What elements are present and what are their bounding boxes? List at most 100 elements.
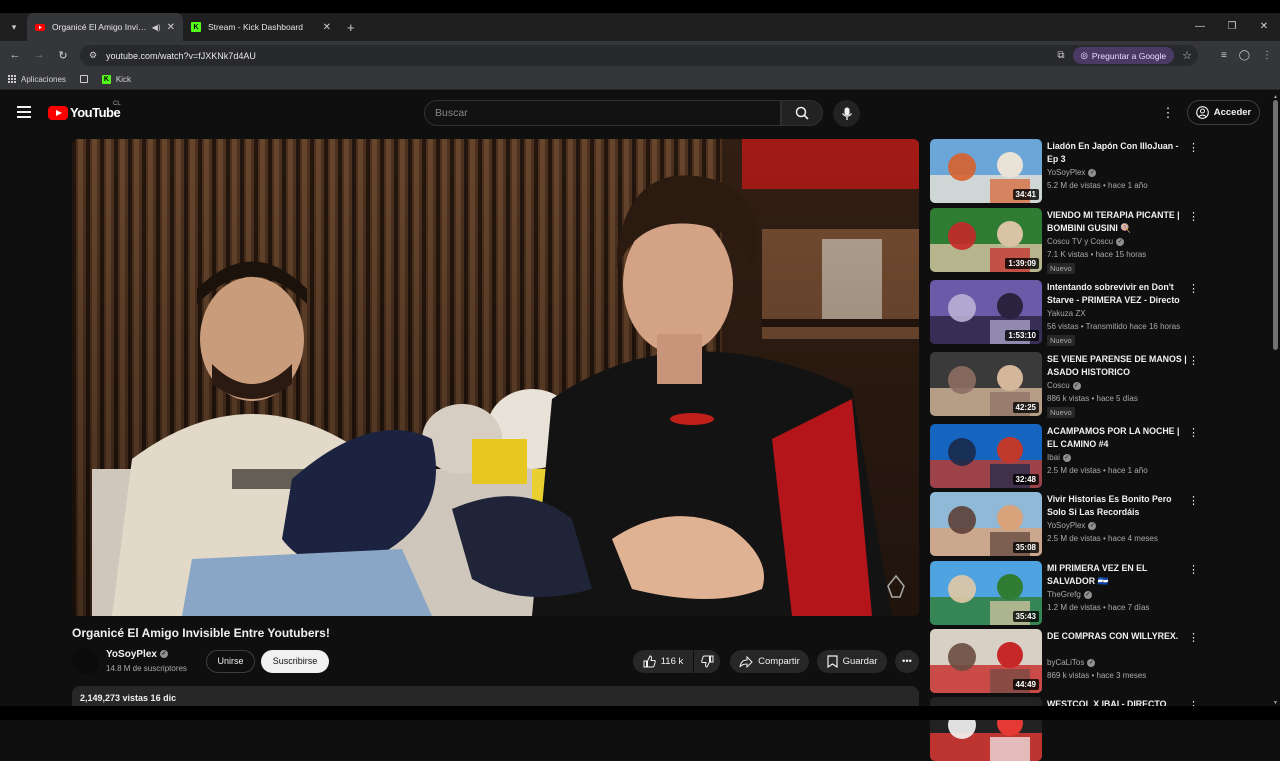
hamburger-menu-icon[interactable] <box>17 106 31 121</box>
video-player[interactable] <box>72 139 919 616</box>
search-input[interactable]: Buscar <box>424 100 781 126</box>
video-duration: 42:25 <box>1012 402 1039 413</box>
site-info-icon[interactable]: ⚙ <box>80 50 106 61</box>
scrollbar-thumb[interactable] <box>1273 100 1278 350</box>
omnibox[interactable]: ⚙ youtube.com/watch?v=fJXKNk7d4AU ⧉ ◎ Pre… <box>80 45 1198 66</box>
recommended-channel[interactable]: Ibai ✓ <box>1047 453 1071 462</box>
recommended-title[interactable]: SE VIENE PARENSE DE MANOS | ASADO HISTOR… <box>1047 353 1187 379</box>
video-title: Organicé El Amigo Invisible Entre Youtub… <box>72 626 330 640</box>
browser-tab-kick[interactable]: K Stream - Kick Dashboard ✕ <box>183 13 339 41</box>
recommended-video[interactable]: 1:53:10 Intentando sobrevivir en Don't St… <box>930 280 1200 346</box>
video-menu-kebab-icon[interactable]: ⋮ <box>1188 282 1199 295</box>
video-thumbnail[interactable]: 35:08 <box>930 492 1042 556</box>
video-menu-kebab-icon[interactable]: ⋮ <box>1188 354 1199 367</box>
ask-google-button[interactable]: ◎ Preguntar a Google <box>1072 47 1175 64</box>
url-text[interactable]: youtube.com/watch?v=fJXKNk7d4AU <box>106 51 256 61</box>
recommended-channel[interactable]: Coscu ✓ <box>1047 381 1081 390</box>
video-menu-kebab-icon[interactable]: ⋮ <box>1188 210 1199 223</box>
close-window-icon[interactable]: ✕ <box>1248 13 1280 41</box>
bookmark-apps[interactable]: Aplicaciones <box>8 75 66 84</box>
page-scrollbar[interactable]: ▲ ▼ <box>1271 94 1280 706</box>
verified-icon: ✓ <box>1116 237 1125 246</box>
recommended-channel[interactable]: Coscu TV y Coscu ✓ <box>1047 237 1125 246</box>
recommended-channel[interactable]: TheGrefg ✓ <box>1047 590 1092 599</box>
recommended-title[interactable]: MI PRIMERA VEZ EN EL SALVADOR 🇸🇻 <box>1047 562 1187 588</box>
recommended-channel[interactable]: byCaLiTos ✓ <box>1047 658 1096 667</box>
channel-name[interactable]: YoSoyPlex ✓ <box>106 649 168 660</box>
dislike-button[interactable] <box>694 650 720 673</box>
signin-button[interactable]: Acceder <box>1187 100 1260 125</box>
speaker-icon[interactable]: ◀) <box>152 23 161 32</box>
video-thumbnail[interactable]: 42:25 <box>930 352 1042 416</box>
video-menu-kebab-icon[interactable]: ⋮ <box>1188 631 1199 644</box>
profile-icon[interactable]: ◯ <box>1239 50 1250 61</box>
bookmark-kick[interactable]: K Kick <box>101 74 132 84</box>
close-tab-icon[interactable]: ✕ <box>323 22 331 33</box>
bookmark-star-icon[interactable]: ☆ <box>1182 49 1192 62</box>
video-duration: 35:43 <box>1012 611 1039 622</box>
more-actions-icon[interactable]: ••• <box>895 650 919 673</box>
restore-icon[interactable]: ❐ <box>1216 13 1248 41</box>
like-button[interactable]: 116 k <box>633 650 693 673</box>
media-controls-icon[interactable]: ≡ <box>1221 50 1227 61</box>
close-tab-icon[interactable]: ✕ <box>167 22 175 33</box>
share-button[interactable]: Compartir <box>730 650 809 673</box>
recommended-title[interactable]: VIENDO MI TERAPIA PICANTE | BOMBINI GUSI… <box>1047 209 1187 235</box>
recommended-channel-name: Yakuza ZX <box>1047 309 1086 318</box>
youtube-logo[interactable]: YouTube CL <box>48 101 121 120</box>
tab-search-icon[interactable]: ▾ <box>5 18 23 36</box>
browser-menu-icon[interactable]: ⋮ <box>1262 50 1272 61</box>
thumbs-down-icon <box>700 655 713 668</box>
settings-kebab-icon[interactable]: ⋮ <box>1161 106 1175 119</box>
bookmark-label: Kick <box>115 74 132 84</box>
recommended-channel[interactable]: Yakuza ZX <box>1047 309 1086 318</box>
like-count: 116 k <box>660 656 684 667</box>
recommended-video[interactable]: 42:25 SE VIENE PARENSE DE MANOS | ASADO H… <box>930 352 1200 418</box>
save-button[interactable]: Guardar <box>817 650 887 673</box>
video-menu-kebab-icon[interactable]: ⋮ <box>1188 494 1199 507</box>
video-thumbnail[interactable]: 1:53:10 <box>930 280 1042 344</box>
video-thumbnail[interactable]: 1:39:09 <box>930 208 1042 272</box>
video-thumbnail[interactable]: 44:49 <box>930 629 1042 693</box>
recommended-meta: 7.1 K vistas • hace 15 horas <box>1047 250 1147 259</box>
signin-label: Acceder <box>1213 107 1252 118</box>
kick-icon: K <box>191 22 201 32</box>
recommended-channel[interactable]: YoSoyPlex ✓ <box>1047 521 1097 530</box>
recommended-video[interactable]: 44:49 DE COMPRAS CON WILLYREX. byCaLiTos ✓ 8… <box>930 629 1200 693</box>
share-icon <box>739 655 753 668</box>
subscribe-button[interactable]: Suscribirse <box>261 650 329 673</box>
recommended-video[interactable]: 35:43 MI PRIMERA VEZ EN EL SALVADOR 🇸🇻 The… <box>930 561 1200 625</box>
back-icon[interactable]: ← <box>3 49 27 61</box>
recommended-video[interactable]: 34:41 Liadón En Japón Con IlloJuan - Ep 3… <box>930 139 1200 203</box>
video-menu-kebab-icon[interactable]: ⋮ <box>1188 141 1199 154</box>
minimize-icon[interactable]: — <box>1184 13 1216 41</box>
search-button[interactable] <box>781 100 823 126</box>
youtube-play-icon <box>48 105 68 120</box>
recommended-title[interactable]: Intentando sobrevivir en Don't Starve - … <box>1047 281 1187 307</box>
channel-avatar[interactable] <box>72 648 99 675</box>
ask-google-label: Preguntar a Google <box>1091 50 1167 61</box>
recommended-video[interactable]: 35:08 Vivir Historias Es Bonito Pero Solo… <box>930 492 1200 556</box>
forward-icon[interactable]: → <box>27 49 51 61</box>
recommended-video[interactable]: 1:39:09 VIENDO MI TERAPIA PICANTE | BOMBI… <box>930 208 1200 274</box>
video-menu-kebab-icon[interactable]: ⋮ <box>1188 426 1199 439</box>
youtube-header: YouTube CL Buscar ⋮ Acceder <box>0 94 1270 132</box>
voice-search-button[interactable] <box>833 100 860 127</box>
video-thumbnail[interactable]: 32:48 <box>930 424 1042 488</box>
recommended-title[interactable]: DE COMPRAS CON WILLYREX. <box>1047 630 1187 643</box>
recommended-video[interactable]: 32:48 ACAMPAMOS POR LA NOCHE | EL CAMINO … <box>930 424 1200 488</box>
recommended-title[interactable]: Liadón En Japón Con IlloJuan - Ep 3 <box>1047 140 1187 166</box>
verified-icon: ✓ <box>1088 521 1097 530</box>
reload-icon[interactable]: ↻ <box>51 49 75 62</box>
video-thumbnail[interactable]: 34:41 <box>930 139 1042 203</box>
share-label: Compartir <box>758 656 800 667</box>
install-app-icon[interactable]: ⧉ <box>1057 50 1064 61</box>
recommended-channel[interactable]: YoSoyPlex ✓ <box>1047 168 1097 177</box>
recommended-title[interactable]: ACAMPAMOS POR LA NOCHE | EL CAMINO #4 <box>1047 425 1187 451</box>
join-button[interactable]: Unirse <box>206 650 255 673</box>
video-menu-kebab-icon[interactable]: ⋮ <box>1188 563 1199 576</box>
recommended-title[interactable]: Vivir Historias Es Bonito Pero Solo Si L… <box>1047 493 1187 519</box>
browser-tab-youtube[interactable]: Organicé El Amigo Invisible Entre Youtub… <box>27 13 183 41</box>
new-tab-button[interactable]: + <box>347 20 355 35</box>
video-thumbnail[interactable]: 35:43 <box>930 561 1042 625</box>
